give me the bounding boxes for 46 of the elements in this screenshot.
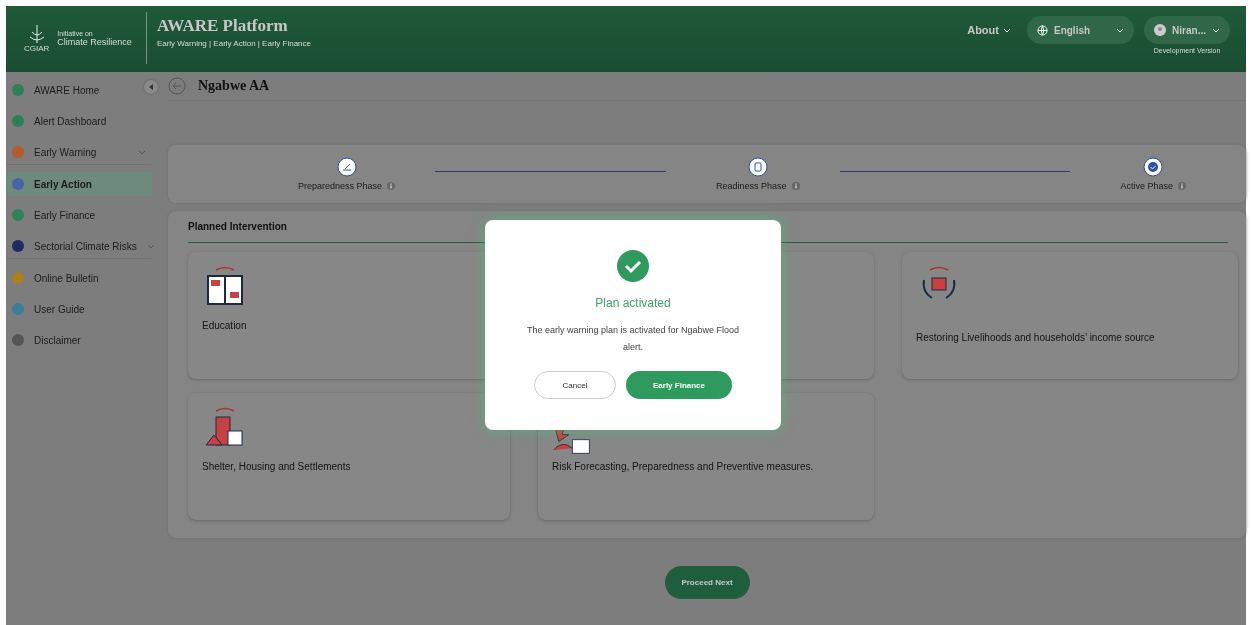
sidebar-item[interactable]: Disclaimer [6, 328, 152, 352]
app-subtitle: Early Warning | Early Action | Early Finance [156, 39, 311, 48]
intervention-card[interactable]: Restoring Livelihoods and households’ income source [902, 252, 1238, 379]
sidebar-item[interactable]: Alert Dashboard [6, 109, 152, 133]
dialog-message: The early warning plan is activated for Ngabwe Flood alert. [525, 324, 741, 354]
avatar-icon [1154, 24, 1167, 36]
success-icon [617, 250, 649, 282]
info-icon [791, 182, 800, 190]
card-title: Risk Forecasting, Preparedness and Preventive measures. [552, 461, 815, 472]
user-menu[interactable]: Niran... [1144, 16, 1230, 44]
info-icon [387, 182, 396, 190]
chevron-down-icon [138, 149, 146, 155]
card-title: Restoring Livelihoods and households’ income source [916, 332, 1156, 343]
about-menu[interactable]: About [961, 16, 1017, 44]
sidebar-item[interactable]: Early Finance [6, 203, 152, 227]
intervention-card[interactable]: Shelter, Housing and Settlements [188, 393, 510, 520]
dialog-title: Plan activated [595, 296, 671, 310]
sidebar-item[interactable]: Sectorial Climate Risks [6, 234, 152, 259]
check-badge-icon [1143, 157, 1164, 177]
sidebar-item[interactable]: Early Warning [6, 140, 152, 165]
proceed-button[interactable]: Proceed Next [664, 566, 750, 599]
chevron-down-icon [1212, 27, 1220, 33]
pen-icon [336, 157, 357, 177]
phase-label: Readiness Phase [716, 181, 800, 191]
chevron-left-icon [148, 84, 154, 90]
cancel-button[interactable]: Cancel [534, 371, 616, 399]
card-title: Shelter, Housing and Settlements [202, 461, 352, 472]
phase-label: Active Phase [1120, 181, 1186, 191]
app-title: AWARE Platform [156, 16, 289, 36]
chevron-down-icon [146, 243, 155, 249]
document-icon [747, 157, 768, 177]
initiative-name: Climate Resilience [57, 36, 132, 47]
page-title: Ngabwe AA [198, 78, 270, 94]
info-icon [1178, 182, 1186, 190]
sidebar-item[interactable]: User Guide [6, 297, 152, 321]
sidebar-item[interactable]: Early Action [6, 172, 152, 196]
phase-label: Preparedness Phase [298, 181, 396, 191]
globe-icon [1036, 24, 1048, 36]
chevron-down-icon [1002, 27, 1011, 33]
chevron-down-icon [1116, 27, 1125, 33]
logo-text: CGIAR [24, 43, 50, 53]
sidebar-item[interactable]: Online Bulletin [6, 266, 152, 290]
language-select[interactable]: English [1026, 16, 1135, 44]
card-title: Education [202, 320, 248, 331]
collapse-button[interactable] [144, 80, 158, 94]
early-finance-button[interactable]: Early Finance [626, 371, 732, 399]
